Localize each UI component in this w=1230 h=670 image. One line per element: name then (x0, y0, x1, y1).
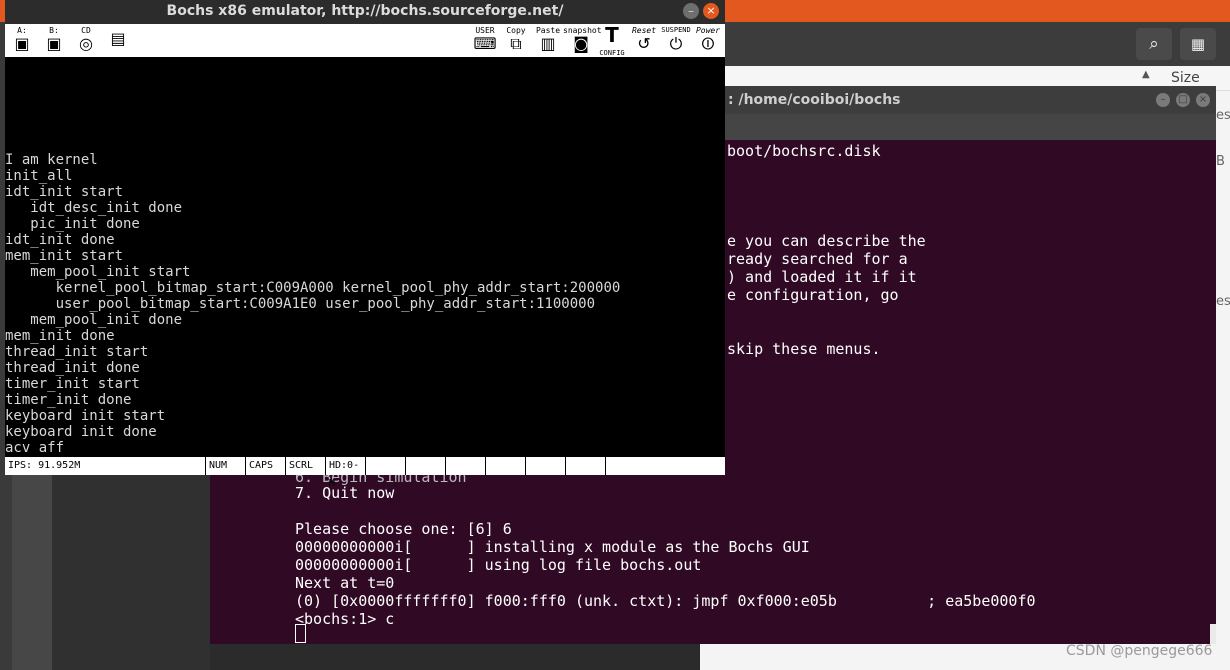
console-line: timer_init done (5, 392, 132, 408)
num-lock-indicator: NUM (205, 457, 245, 475)
console-line: init_all (5, 168, 73, 184)
terminal-line: (0) [0x0000fffffff0] f000:fff0 (unk. ctx… (295, 592, 1036, 610)
terminal-cursor (295, 624, 306, 643)
sort-up-icon[interactable]: ▲ (1142, 69, 1150, 80)
console-line: keyboard init start (5, 408, 166, 424)
floppy-icon: ▣ (14, 34, 30, 53)
close-icon[interactable]: × (1196, 93, 1210, 107)
hd-indicator: HD:0-M (325, 457, 365, 489)
console-line: mem_init start (5, 248, 124, 264)
console-line: timer_init start (5, 376, 140, 392)
power-button[interactable]: Power ⏼ (693, 26, 723, 55)
reset-icon: ↺ (637, 34, 651, 53)
boot-disk-button[interactable]: ▤ (103, 26, 133, 55)
reset-button[interactable]: Reset ↺ (629, 26, 659, 55)
terminal-line: ) and loaded it if it (727, 268, 917, 286)
console-line: keyboard init done (5, 424, 157, 440)
size-column-header[interactable]: Size (1171, 70, 1200, 86)
suspend-icon: ⏻ (669, 34, 683, 53)
floppy-icon: ▣ (46, 34, 62, 53)
caps-lock-indicator: CAPS (245, 457, 285, 475)
minimize-icon[interactable]: – (1156, 93, 1170, 107)
close-icon[interactable]: × (703, 3, 719, 19)
console-line: thread_init done (5, 360, 140, 376)
camera-icon: ◙ (573, 34, 589, 53)
bochs-titlebar[interactable]: Bochs x86 emulator, http://bochs.sourcef… (5, 0, 725, 24)
console-line: mem_pool_init start (5, 264, 191, 280)
console-line: thread_init start (5, 344, 149, 360)
console-line: acv aff (5, 440, 65, 456)
config-button[interactable]: T CONFIG (599, 23, 625, 57)
terminal-line: 00000000000i[ ] using log file bochs.out (295, 556, 702, 574)
floppy-b-button[interactable]: B: ▣ (39, 26, 69, 55)
console-line: pic_init done (5, 216, 140, 232)
console-line: kernel_pool_bitmap_start:C009A000 kernel… (5, 280, 621, 296)
console-line: idt_init done (5, 232, 115, 248)
disk-icon: ▤ (110, 29, 126, 48)
copy-button[interactable]: Copy ⧉ (503, 26, 529, 55)
terminal-line: Next at t=0 (295, 574, 395, 592)
user-button[interactable]: USER ⌨ (469, 26, 501, 55)
bochs-toolbar: A: ▣ B: ▣ CD ◎ ▤ USER ⌨ Copy ⧉ Paste ▥ s… (5, 24, 725, 57)
status-slot (605, 457, 725, 475)
terminal-prompt: <bochs:1> c (295, 610, 395, 628)
terminal-scrollbar[interactable] (1210, 624, 1216, 644)
bochs-window[interactable]: Bochs x86 emulator, http://bochs.sourcef… (5, 0, 725, 489)
console-line: mem_pool_init done (5, 312, 183, 328)
console-line: idt_desc_init done (5, 200, 183, 216)
terminal-line: 00000000000i[ ] installing x module as t… (295, 538, 810, 556)
status-slot (405, 457, 445, 475)
copy-icon: ⧉ (510, 34, 522, 53)
file-list-edge-text: B (1216, 154, 1225, 169)
cdrom-icon: ◎ (79, 34, 93, 53)
file-list-edge-text: es (1216, 294, 1230, 309)
power-icon: ⏼ (701, 34, 715, 53)
status-slot (365, 457, 405, 475)
cdrom-button[interactable]: CD ◎ (71, 26, 101, 55)
search-icon[interactable]: ⌕ (1136, 28, 1172, 60)
ips-indicator: IPS: 91.952M (8, 460, 81, 471)
status-slot (565, 457, 605, 475)
snapshot-button[interactable]: snapshot ◙ (563, 26, 602, 55)
grid-view-icon[interactable]: ▦ (1180, 28, 1216, 60)
terminal-line: e configuration, go (727, 286, 899, 304)
minimize-icon[interactable]: – (683, 3, 699, 19)
keyboard-icon: ⌨ (473, 34, 497, 53)
scroll-lock-indicator: SCRL (285, 457, 325, 475)
console-line: I am kernel (5, 152, 98, 168)
terminal-line: e you can describe the (727, 232, 926, 250)
terminal-line: ready searched for a (727, 250, 908, 268)
status-slot (485, 457, 525, 475)
bochs-console-text: I am kernel init_all idt_init start idt_… (5, 152, 620, 488)
suspend-button[interactable]: SUSPEND ⏻ (659, 26, 693, 55)
maximize-icon[interactable]: □ (1176, 93, 1190, 107)
file-list-edge-text: es (1216, 108, 1230, 123)
status-slot (445, 457, 485, 475)
config-label: CONFIG (599, 49, 625, 57)
config-icon: T (605, 23, 619, 47)
terminal-line: boot/bochsrc.disk (727, 142, 881, 160)
floppy-a-button[interactable]: A: ▣ (7, 26, 37, 55)
console-line: mem_init done (5, 328, 115, 344)
terminal-line: Please choose one: [6] 6 (295, 520, 512, 538)
watermark: CSDN @pengege666 (1066, 643, 1213, 659)
status-slot (525, 457, 565, 475)
terminal-title: : /home/cooiboi/bochs (728, 92, 901, 108)
bochs-title: Bochs x86 emulator, http://bochs.sourcef… (166, 3, 564, 19)
console-line: user_pool_bitmap_start:C009A1E0 user_poo… (5, 296, 596, 312)
console-line: idt_init start (5, 184, 124, 200)
terminal-line: 7. Quit now (295, 484, 395, 502)
terminal-line: skip these menus. (727, 340, 881, 358)
paste-button[interactable]: Paste ▥ (535, 26, 561, 55)
bochs-status-bar: IPS: 91.952M NUM CAPS SCRL HD:0-M (5, 457, 725, 489)
paste-icon: ▥ (540, 34, 556, 53)
bochs-display[interactable]: I am kernel init_all idt_init start idt_… (5, 57, 725, 457)
